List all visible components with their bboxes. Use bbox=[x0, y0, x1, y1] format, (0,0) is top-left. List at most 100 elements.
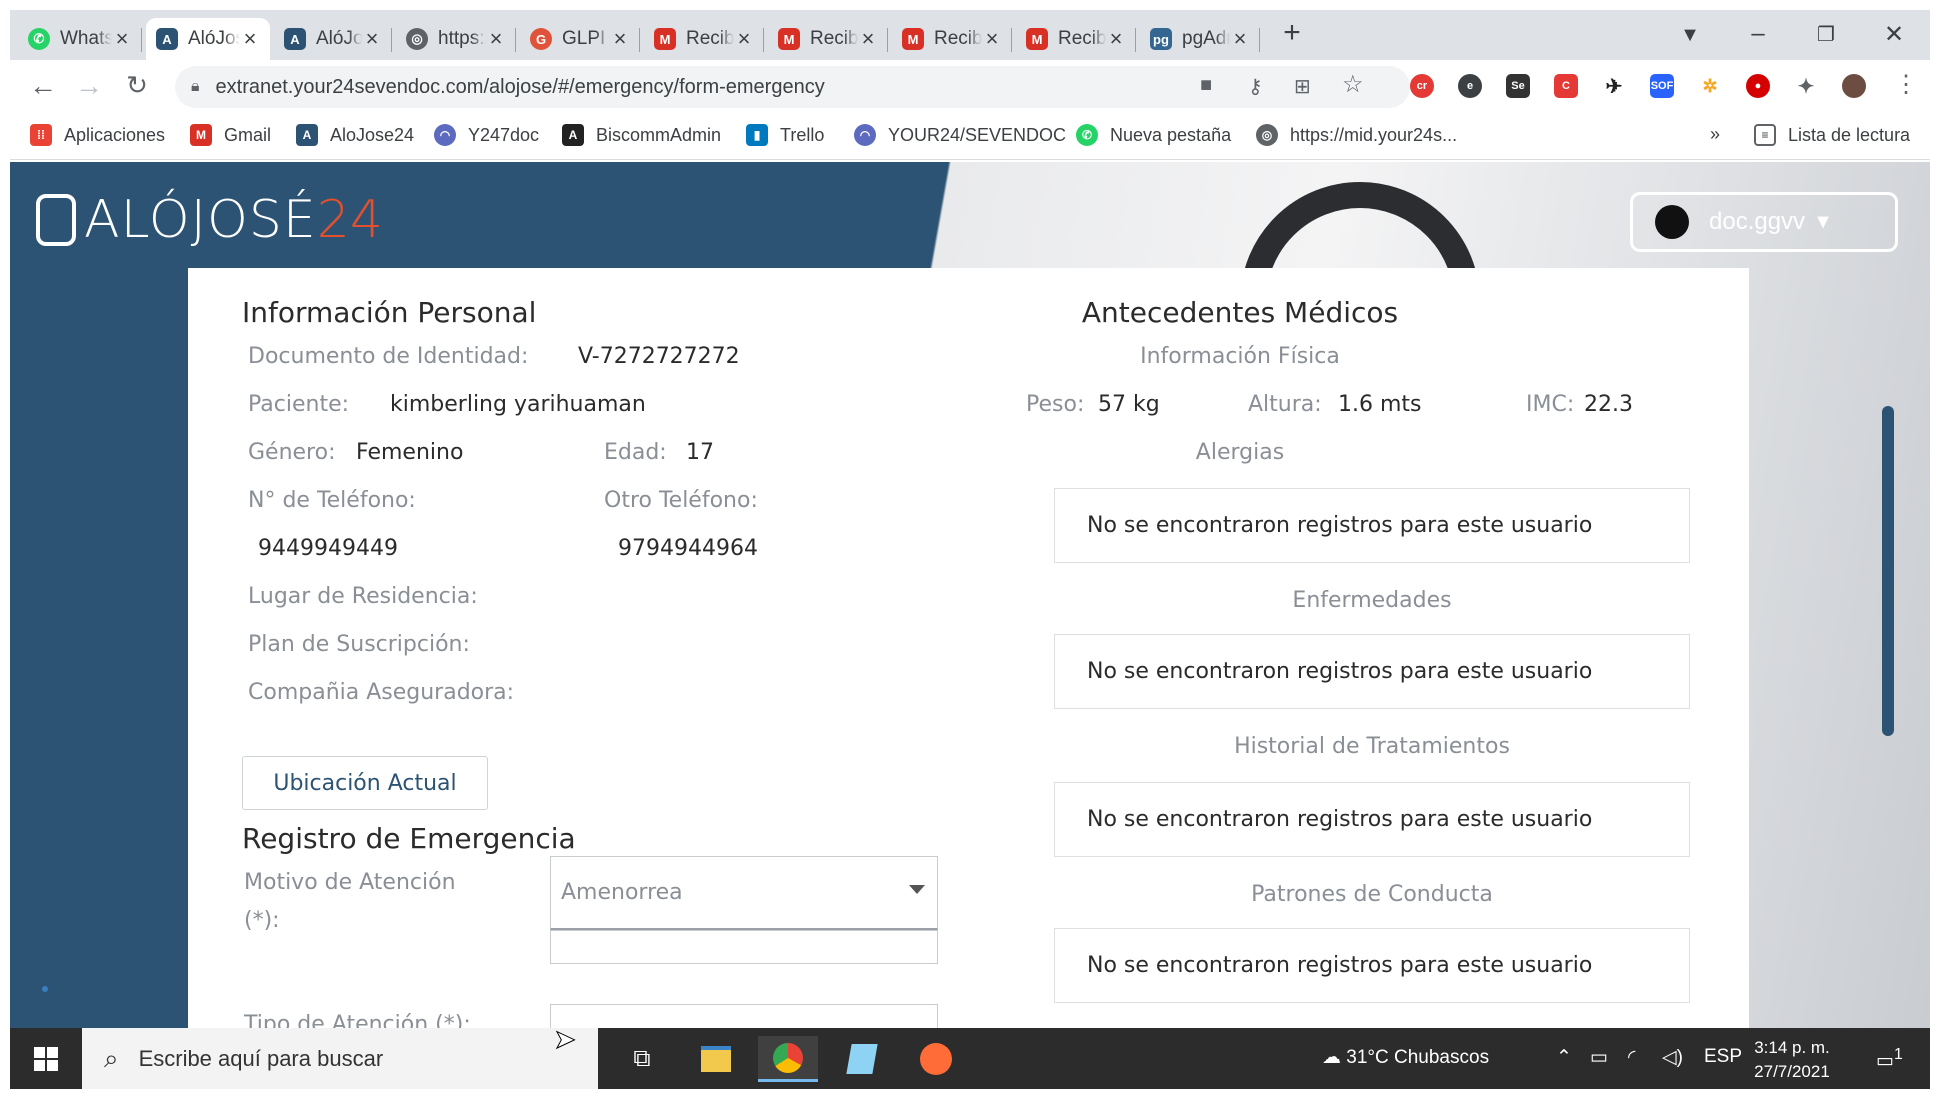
scrollbar[interactable] bbox=[1882, 406, 1894, 736]
clock[interactable]: 3:14 p. m. 27/7/2021 bbox=[1750, 1036, 1834, 1084]
tab-whatsapp[interactable]: ✆ WhatsApp × bbox=[18, 18, 142, 60]
type-select[interactable] bbox=[550, 1004, 938, 1028]
more-bookmarks-icon[interactable]: » bbox=[1710, 124, 1720, 145]
volume-icon[interactable]: ◁) bbox=[1662, 1046, 1683, 1069]
tab-alojose[interactable]: A AlóJose24 × bbox=[274, 18, 392, 60]
reading-list[interactable]: ≡ Lista de lectura bbox=[1754, 124, 1910, 146]
adblock-icon[interactable]: ● bbox=[1746, 74, 1770, 98]
close-icon[interactable]: × bbox=[858, 26, 878, 52]
bookmark-nueva-pestana[interactable]: ✆ Nueva pestaña bbox=[1076, 124, 1231, 146]
extension-flower-icon[interactable]: ✲ bbox=[1698, 74, 1722, 98]
new-tab-plus-icon[interactable]: + bbox=[1272, 16, 1312, 50]
close-icon[interactable]: × bbox=[610, 26, 630, 52]
translate-icon[interactable]: ⊞ bbox=[1294, 74, 1311, 99]
tab-gmail-3[interactable]: M Recibidos × bbox=[892, 18, 1012, 60]
postman-icon[interactable] bbox=[906, 1036, 966, 1082]
bookmark-label: Gmail bbox=[224, 124, 272, 145]
weather-widget[interactable]: ☁ 31°C Chubascos bbox=[1322, 1046, 1489, 1069]
tab-gmail-4[interactable]: M Recibidos × bbox=[1016, 18, 1136, 60]
reload-icon[interactable]: ↻ bbox=[120, 70, 154, 101]
menu-kebab-icon[interactable]: ⋮ bbox=[1894, 70, 1918, 99]
wifi-icon[interactable]: ◜ bbox=[1628, 1046, 1635, 1069]
close-icon[interactable]: × bbox=[240, 26, 260, 52]
patient-value: kimberling yarihuaman bbox=[390, 392, 646, 417]
language-indicator[interactable]: ESP bbox=[1704, 1046, 1742, 1068]
close-icon[interactable]: × bbox=[982, 26, 1002, 52]
key-icon[interactable]: ⚷ bbox=[1248, 74, 1263, 99]
close-icon[interactable]: × bbox=[1106, 26, 1126, 52]
notification-center-icon[interactable]: ▭1 bbox=[1876, 1046, 1903, 1072]
file-explorer-icon[interactable] bbox=[686, 1036, 746, 1082]
extensions-puzzle-icon[interactable]: ✦ bbox=[1794, 74, 1818, 98]
bookmark-your24sevendoc[interactable]: ◠ YOUR24/SEVENDOC bbox=[854, 124, 1066, 146]
weather-text: 31°C Chubascos bbox=[1346, 1047, 1490, 1068]
app-logo[interactable]: ALÓJOSÉ 24 bbox=[36, 190, 383, 250]
bookmark-y247doc[interactable]: ◠ Y247doc bbox=[434, 124, 539, 146]
address-bar[interactable]: 🔒︎ extranet.your24sevendoc.com/alojose/#… bbox=[175, 66, 1410, 108]
star-bookmark-icon[interactable]: ☆ bbox=[1342, 70, 1364, 99]
browser-window: ✆ WhatsApp × A AlóJose24 × A AlóJose24 ×… bbox=[0, 0, 1937, 1097]
tab-search-icon[interactable]: ▼ bbox=[1670, 24, 1710, 47]
tab-pgadmin[interactable]: pg pgAdmin 4 × bbox=[1140, 18, 1260, 60]
chrome-icon[interactable] bbox=[758, 1036, 818, 1082]
minimize-icon[interactable]: – bbox=[1738, 20, 1778, 48]
battery-icon[interactable]: ▭ bbox=[1590, 1046, 1608, 1069]
sof-icon[interactable]: SOF bbox=[1650, 74, 1674, 98]
close-icon[interactable]: × bbox=[1230, 26, 1250, 52]
close-icon[interactable]: × bbox=[486, 26, 506, 52]
window-border-bottom bbox=[0, 1089, 1937, 1097]
reading-list-label: Lista de lectura bbox=[1788, 124, 1911, 145]
forward-arrow-icon[interactable]: → bbox=[72, 70, 106, 102]
close-icon[interactable]: × bbox=[112, 26, 132, 52]
camera-blocked-icon[interactable]: ■ bbox=[1200, 74, 1212, 97]
current-location-button[interactable]: Ubicación Actual bbox=[242, 756, 488, 810]
restore-icon[interactable]: ❐ bbox=[1806, 22, 1846, 47]
back-arrow-icon[interactable]: ← bbox=[26, 70, 60, 102]
alojose-icon: A bbox=[284, 28, 306, 50]
tray-chevron-up-icon[interactable]: ⌃ bbox=[1556, 1046, 1572, 1069]
tab-strip: ✆ WhatsApp × A AlóJose24 × A AlóJose24 ×… bbox=[10, 10, 1930, 60]
bookmark-label: Aplicaciones bbox=[64, 124, 166, 145]
reason-select[interactable]: Amenorrea bbox=[550, 856, 938, 930]
bookmark-alojose24[interactable]: A AloJose24 bbox=[296, 124, 414, 146]
selenium-icon[interactable]: Se bbox=[1506, 74, 1530, 98]
form-card: Información Personal Documento de Identi… bbox=[188, 268, 1894, 1028]
start-button[interactable] bbox=[10, 1028, 82, 1089]
taskbar-search[interactable]: ⌕ Escribe aquí para buscar bbox=[82, 1028, 598, 1089]
insurer-label: Compañia Aseguradora: bbox=[248, 680, 515, 705]
notepad-icon[interactable] bbox=[832, 1036, 892, 1082]
tab-gmail-1[interactable]: M Recibidos × bbox=[644, 18, 764, 60]
gmail-icon: M bbox=[1026, 28, 1048, 50]
doc-label: Documento de Identidad: bbox=[248, 344, 529, 369]
globe-icon: ◎ bbox=[406, 28, 428, 50]
extension-c-icon[interactable]: C bbox=[1554, 74, 1578, 98]
reason-label: Motivo de Atención bbox=[244, 870, 456, 895]
window-border-right bbox=[1930, 0, 1937, 1097]
tab-alojose-active[interactable]: A AlóJose24 × bbox=[146, 18, 270, 60]
bookmark-label: YOUR24/SEVENDOC bbox=[888, 124, 1067, 145]
close-icon[interactable]: × bbox=[734, 26, 754, 52]
tab-gmail-2[interactable]: M Recibidos × bbox=[768, 18, 888, 60]
bookmark-gmail[interactable]: M Gmail bbox=[190, 124, 271, 146]
logo-number: 24 bbox=[316, 190, 383, 250]
reason-detail-input[interactable] bbox=[550, 930, 938, 964]
extension-arrow-icon[interactable]: ✈ bbox=[1602, 74, 1626, 98]
profile-avatar-icon[interactable] bbox=[1842, 74, 1866, 98]
url-text[interactable]: extranet.your24sevendoc.com/alojose/#/em… bbox=[216, 76, 825, 99]
tab-mid[interactable]: ◎ https://mid.your24sevendoc.com × bbox=[396, 18, 516, 60]
user-menu-button[interactable]: doc.ggvv ▼ bbox=[1630, 192, 1898, 252]
extension-red-icon[interactable]: cr bbox=[1410, 74, 1434, 98]
bmi-label: IMC: bbox=[1526, 392, 1575, 417]
close-icon[interactable]: × bbox=[362, 26, 382, 52]
other-phone-value: 9794944964 bbox=[618, 536, 758, 561]
task-view-icon[interactable]: ⧉ bbox=[612, 1036, 672, 1082]
tab-glpi[interactable]: G GLPI - Inicio × bbox=[520, 18, 640, 60]
app-page: ALÓJOSÉ 24 doc.ggvv ▼ Información Person… bbox=[10, 162, 1930, 1028]
bookmark-mid[interactable]: ◎ https://mid.your24s... bbox=[1256, 124, 1457, 146]
bookmark-biscommadmin[interactable]: A BiscommAdmin bbox=[562, 124, 721, 146]
clock-time: 3:14 p. m. bbox=[1754, 1038, 1830, 1057]
bookmark-apps[interactable]: ⁞⁞ Aplicaciones bbox=[30, 124, 165, 146]
close-window-icon[interactable]: ✕ bbox=[1874, 20, 1914, 49]
extension-e-icon[interactable]: e bbox=[1458, 74, 1482, 98]
bookmark-trello[interactable]: ▮ Trello bbox=[746, 124, 824, 146]
